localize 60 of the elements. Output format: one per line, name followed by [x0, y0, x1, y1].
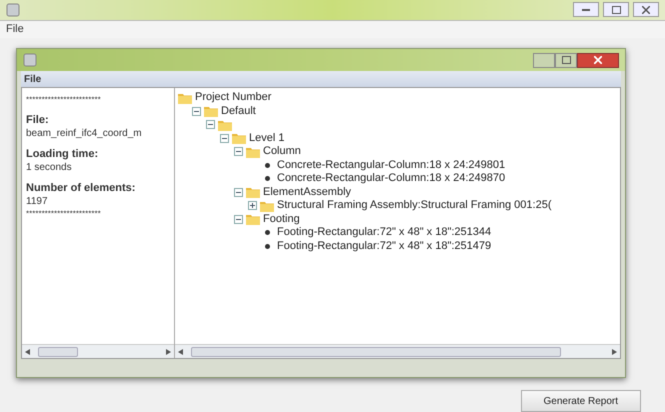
maximize-button[interactable]	[555, 52, 577, 68]
tree-node[interactable]: Footing	[263, 214, 300, 225]
app-icon	[23, 53, 37, 67]
info-value: 1197	[26, 195, 49, 208]
close-button[interactable]	[633, 2, 659, 18]
bullet-icon	[264, 230, 270, 236]
right-arrow-icon[interactable]	[166, 348, 171, 354]
folder-icon	[246, 213, 260, 226]
folder-icon	[232, 132, 246, 144]
expand-toggle[interactable]	[248, 201, 257, 210]
tree-node[interactable]: Default	[221, 106, 256, 117]
maximize-icon	[612, 6, 620, 14]
horizontal-scrollbar[interactable]	[175, 344, 620, 358]
menu-item[interactable]: File	[6, 21, 24, 38]
folder-icon	[246, 186, 260, 198]
minimize-icon	[582, 8, 590, 11]
tree-node[interactable]: Level 1	[249, 132, 284, 144]
info-label: Number of elements:	[26, 182, 136, 195]
separator-text: ************************	[26, 208, 102, 220]
folder-icon	[246, 146, 260, 158]
tree-node[interactable]: ElementAssembly	[263, 186, 352, 198]
close-icon	[642, 6, 650, 14]
collapse-toggle[interactable]	[234, 214, 243, 224]
collapse-toggle[interactable]	[206, 120, 215, 130]
info-value: 1 seconds	[26, 161, 73, 174]
close-icon	[594, 56, 602, 64]
tree-node[interactable]: Column	[263, 146, 301, 158]
tree-node[interactable]: Concrete-Rectangular-Column:18 x 24:249801	[277, 160, 506, 171]
right-arrow-icon[interactable]	[612, 348, 617, 354]
close-button[interactable]	[577, 52, 619, 68]
minimize-button[interactable]	[573, 2, 599, 18]
tree-node[interactable]: Project Number	[195, 92, 272, 104]
folder-icon	[260, 200, 274, 212]
app-icon	[6, 2, 20, 17]
folder-icon	[204, 105, 218, 118]
info-label: File:	[26, 114, 50, 127]
tree-node[interactable]: Concrete-Rectangular-Column:18 x 24:249870	[277, 173, 506, 184]
tree-node[interactable]: Structural Framing Assembly:Structural Framing 001:25(	[277, 200, 552, 212]
collapse-toggle[interactable]	[192, 106, 201, 116]
left-arrow-icon[interactable]	[178, 348, 183, 354]
collapse-toggle[interactable]	[234, 147, 243, 156]
bullet-icon	[264, 176, 270, 182]
maximize-icon	[562, 56, 570, 64]
plus-icon	[249, 202, 256, 210]
info-label: Loading time:	[26, 148, 100, 161]
collapse-toggle[interactable]	[220, 134, 229, 143]
maximize-button[interactable]	[603, 2, 629, 18]
horizontal-scrollbar[interactable]	[22, 344, 174, 358]
separator-text: ************************	[26, 94, 102, 106]
generate-report-button[interactable]: Generate Report	[520, 390, 641, 412]
folder-icon	[218, 118, 232, 131]
collapse-toggle[interactable]	[234, 188, 243, 197]
tree-node[interactable]: Footing-Rectangular:72" x 48" x 18":251344	[277, 227, 492, 238]
tree-node[interactable]: Footing-Rectangular:72" x 48" x 18":251479	[277, 240, 492, 252]
folder-icon	[178, 92, 192, 104]
info-value: beam_reinf_ifc4_coord_m	[26, 127, 143, 140]
bullet-icon	[264, 244, 270, 249]
bullet-icon	[264, 162, 270, 168]
menu-item[interactable]: File	[24, 72, 42, 86]
left-arrow-icon[interactable]	[25, 348, 30, 354]
